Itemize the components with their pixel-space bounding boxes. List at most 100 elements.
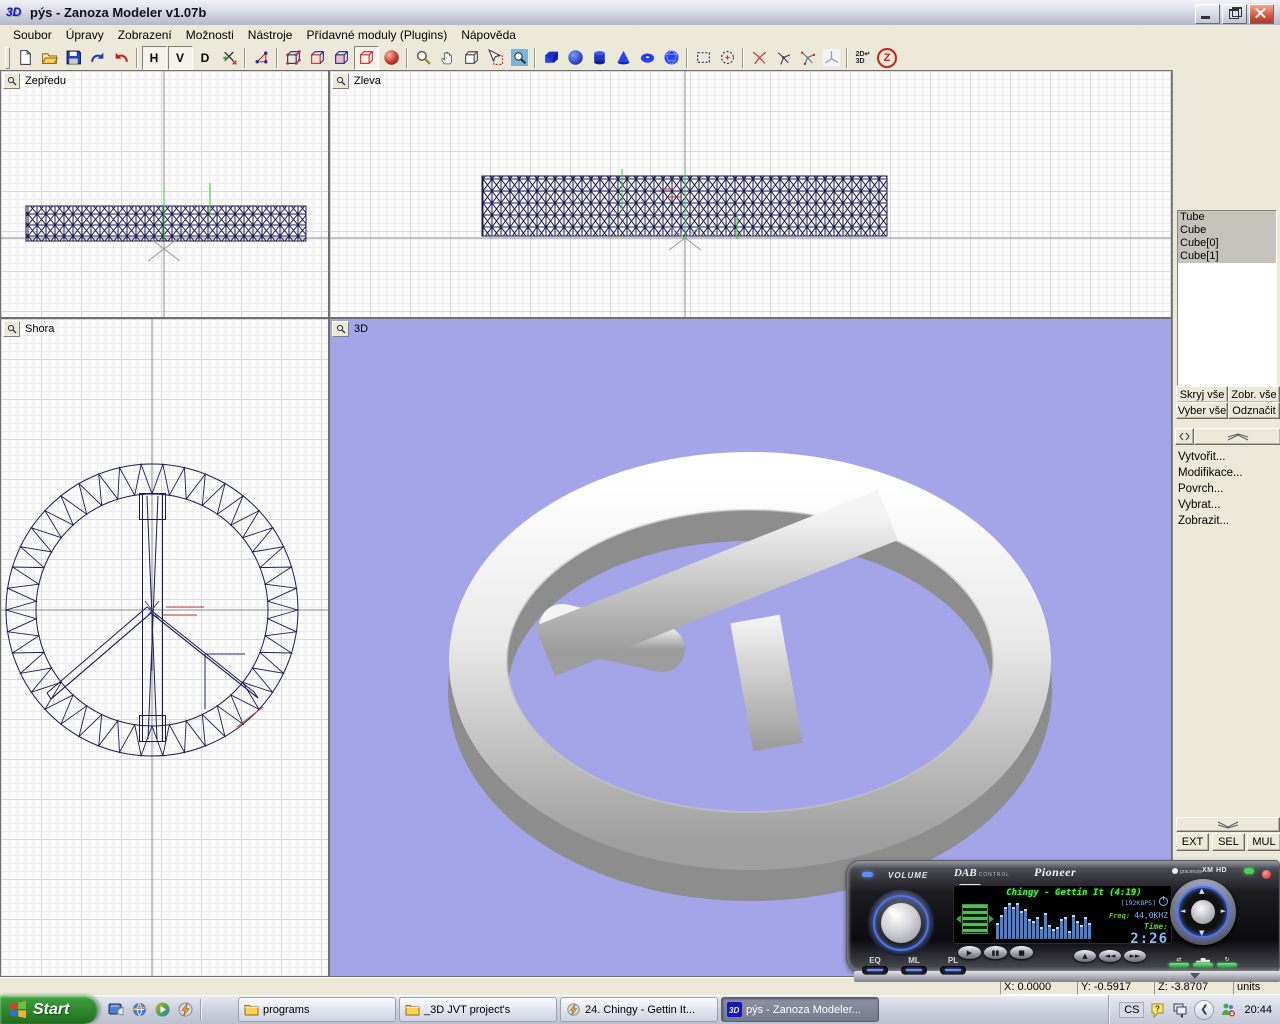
messenger-tray-icon[interactable] xyxy=(1220,1002,1236,1018)
mode-2d3d-button[interactable]: 2D↵ 3D xyxy=(852,47,875,69)
display-settings-tray-icon[interactable] xyxy=(1172,1002,1188,1018)
dpad-down-icon[interactable]: ▼ xyxy=(1199,929,1204,937)
menu-soubor[interactable]: Soubor xyxy=(6,26,59,44)
prim-cylinder-icon[interactable] xyxy=(588,47,611,69)
viewport-left[interactable]: Zleva xyxy=(329,70,1172,318)
repeat-button[interactable]: ↻ xyxy=(1216,957,1238,969)
hide-all-button[interactable]: Skryj vše xyxy=(1176,386,1228,403)
minimize-button[interactable] xyxy=(1195,4,1220,24)
material-sphere-icon[interactable] xyxy=(380,47,403,69)
select-all-button[interactable]: Vyber vše xyxy=(1176,402,1228,419)
play-button[interactable]: ▶ xyxy=(958,946,981,959)
rotate-view-icon[interactable] xyxy=(460,47,483,69)
object-item-cube-1[interactable]: Cube[1] xyxy=(1178,250,1276,263)
sel-button[interactable]: SEL xyxy=(1212,833,1245,851)
tool-spike-icon[interactable] xyxy=(772,47,795,69)
title-bar[interactable]: 3D pýs - Zanoza Modeler v1.07b xyxy=(0,0,1280,26)
sel-faces-icon[interactable] xyxy=(330,47,353,69)
panel-toggle-button[interactable] xyxy=(1175,428,1194,445)
menu-n-pov-da[interactable]: Nápověda xyxy=(454,26,523,44)
ml-button[interactable]: ML xyxy=(901,956,927,974)
select-circle-icon[interactable] xyxy=(716,47,739,69)
prim-sphere-icon[interactable] xyxy=(564,47,587,69)
shuffle-button[interactable]: ⇄ xyxy=(1168,957,1190,969)
open-file-icon[interactable] xyxy=(38,47,61,69)
collapse-down-button[interactable] xyxy=(1176,817,1280,832)
language-indicator[interactable]: CS xyxy=(1119,1002,1144,1018)
tool-cage-icon[interactable] xyxy=(796,47,819,69)
taskbar-clock[interactable]: 20:44 xyxy=(1244,1004,1272,1016)
next-track-button[interactable]: ►► xyxy=(1124,950,1146,962)
stereo-dpad[interactable]: ▲ ▼ ◄ ► xyxy=(1170,879,1236,945)
select-rect-icon[interactable] xyxy=(692,47,715,69)
dpad-up-icon[interactable]: ▲ xyxy=(1199,887,1204,895)
toggle-v-button[interactable]: V xyxy=(168,46,193,70)
eject-button[interactable]: ▲ xyxy=(1074,950,1096,962)
menu-n-stroje[interactable]: Nástroje xyxy=(241,26,300,44)
viewport-front[interactable]: Zepředu xyxy=(0,70,329,318)
help-tray-icon[interactable]: ? xyxy=(1150,1002,1166,1018)
prev-track-button[interactable]: ◄◄ xyxy=(1099,950,1121,962)
task-3d-jvt-project-s[interactable]: _3D JVT project's xyxy=(399,997,557,1022)
ext-button[interactable]: EXT xyxy=(1176,833,1209,851)
prim-torus-icon[interactable] xyxy=(636,47,659,69)
command-vybrat[interactable]: Vybrat... xyxy=(1178,499,1220,511)
viewport-top[interactable]: Shora xyxy=(0,318,329,977)
save-icon[interactable] xyxy=(62,47,85,69)
menu-pravy[interactable]: Úpravy xyxy=(59,26,111,44)
object-item-cube[interactable]: Cube xyxy=(1178,224,1276,237)
object-list[interactable]: TubeCubeCube[0]Cube[1] xyxy=(1177,210,1277,386)
analyzer-button[interactable]: ▂▅▃ xyxy=(1192,957,1214,969)
object-item-cube-0[interactable]: Cube[0] xyxy=(1178,237,1276,250)
axes-icon[interactable] xyxy=(218,47,241,69)
show-desktop-quicklaunch-icon[interactable] xyxy=(108,1001,125,1018)
task-24-chingy-gettin-it[interactable]: 24. Chingy - Gettin It... xyxy=(560,997,718,1022)
stereo-power-led[interactable] xyxy=(1262,870,1271,879)
menu-mo-nosti[interactable]: Možnosti xyxy=(179,26,241,44)
pan-tool-icon[interactable] xyxy=(436,47,459,69)
zoom-tool-icon[interactable] xyxy=(412,47,435,69)
tool-weld-icon[interactable] xyxy=(748,47,771,69)
prim-geosphere-icon[interactable] xyxy=(660,47,683,69)
redo-icon[interactable] xyxy=(86,47,109,69)
winamp-quicklaunch-icon[interactable] xyxy=(177,1001,194,1018)
task-p-s-zanoza-modeler[interactable]: 3Dpýs - Zanoza Modeler... xyxy=(721,997,879,1022)
sel-objects-icon[interactable] xyxy=(354,46,379,70)
viewport-top-maximize-button[interactable] xyxy=(3,321,20,337)
viewport-3d-maximize-button[interactable] xyxy=(332,321,349,337)
vertex-edit-icon[interactable] xyxy=(250,47,273,69)
dpad-right-icon[interactable]: ► xyxy=(1221,907,1226,915)
command-modifikace[interactable]: Modifikace... xyxy=(1178,467,1243,479)
new-file-icon[interactable] xyxy=(14,47,37,69)
pause-button[interactable]: ▮▮ xyxy=(984,946,1007,959)
undo-icon[interactable] xyxy=(110,47,133,69)
start-button[interactable]: Start xyxy=(0,995,98,1024)
viewport-front-maximize-button[interactable] xyxy=(3,73,20,89)
select-move-icon[interactable] xyxy=(484,47,507,69)
mul-button[interactable]: MUL xyxy=(1247,833,1280,851)
close-button[interactable] xyxy=(1249,4,1274,24)
tool-pivot-icon[interactable] xyxy=(820,47,843,69)
viewport-left-maximize-button[interactable] xyxy=(332,73,349,89)
command-vytvo-it[interactable]: Vytvořit... xyxy=(1178,451,1226,463)
pl-button[interactable]: PL xyxy=(940,956,966,974)
hide-icons-chevron[interactable]: ❮ xyxy=(1194,1000,1214,1020)
prim-cone-icon[interactable] xyxy=(612,47,635,69)
command-zobrazit[interactable]: Zobrazit... xyxy=(1178,515,1229,527)
deselect-button[interactable]: Odznačit xyxy=(1228,402,1280,419)
eq-button[interactable]: EQ xyxy=(862,956,888,974)
restore-button[interactable] xyxy=(1222,4,1247,24)
show-all-button[interactable]: Zobr. vše xyxy=(1228,386,1280,403)
internet-explorer-quicklaunch-icon[interactable] xyxy=(131,1001,148,1018)
toggle-h-button[interactable]: H xyxy=(142,46,167,70)
sel-vertices-icon[interactable] xyxy=(282,47,305,69)
object-item-tube[interactable]: Tube xyxy=(1178,211,1276,224)
volume-knob[interactable] xyxy=(868,890,934,956)
stop-button[interactable]: ■ xyxy=(1010,946,1033,959)
command-povrch[interactable]: Povrch... xyxy=(1178,483,1223,495)
toggle-d-button[interactable]: D xyxy=(194,47,217,69)
task-programs[interactable]: programs xyxy=(238,997,396,1022)
menu-p-davn-moduly-plugins[interactable]: Přídavné moduly (Plugins) xyxy=(299,26,454,44)
toolbar-grip[interactable] xyxy=(5,47,10,69)
zmodeler-logo-button[interactable]: Z xyxy=(876,47,899,69)
